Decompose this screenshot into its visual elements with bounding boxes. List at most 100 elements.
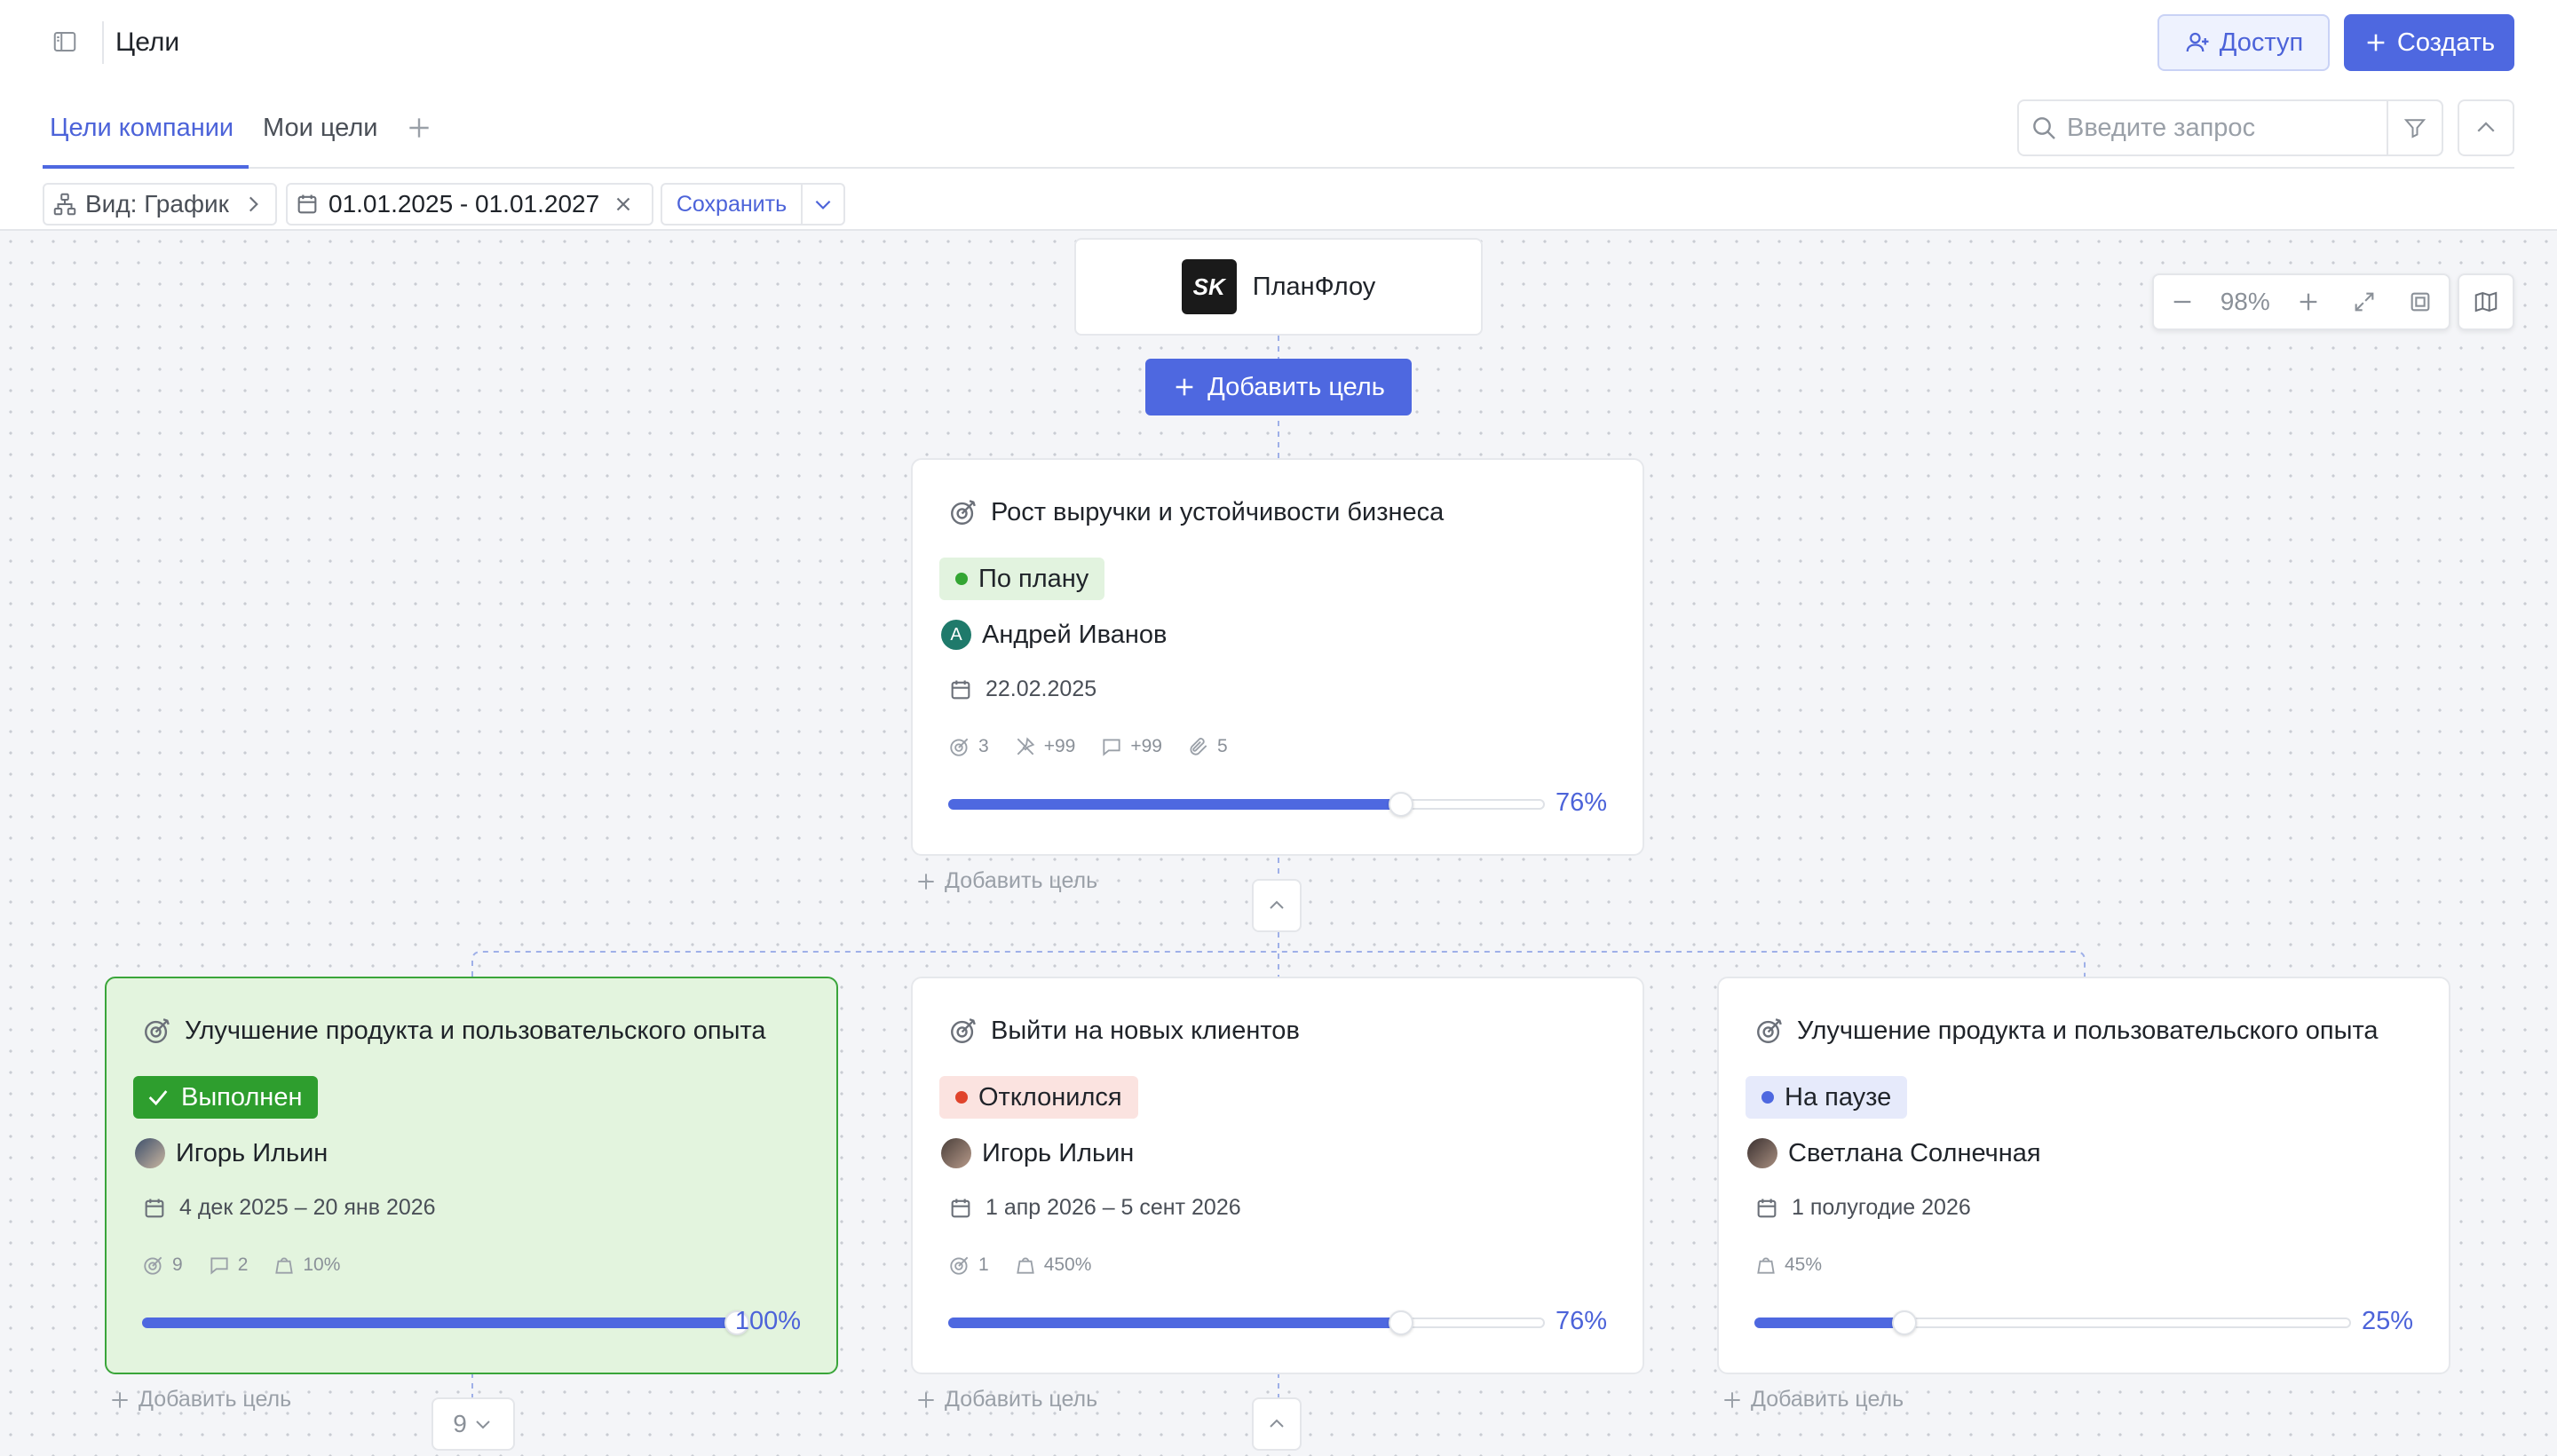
subgoals-count: 3 (978, 736, 989, 756)
filter-button[interactable] (2387, 99, 2443, 156)
calendar-icon (948, 1196, 973, 1221)
company-logo: SK (1181, 259, 1237, 314)
goal-stats: 1 450% (948, 1254, 1107, 1277)
minimap-button[interactable] (2458, 273, 2514, 330)
owner-name[interactable]: Игорь Ильин (176, 1139, 328, 1168)
goal-card[interactable]: Рост выручки и устойчивости бизнеса По п… (911, 458, 1644, 856)
avatar (135, 1138, 165, 1168)
add-subgoal-link[interactable]: Добавить цель (914, 868, 1097, 894)
progress-bar[interactable] (948, 1310, 1545, 1335)
goal-target-icon (948, 497, 978, 527)
progress-fill (948, 799, 1399, 810)
add-subgoal-link[interactable]: Добавить цель (108, 1387, 291, 1412)
zoom-controls: 98% (2152, 273, 2450, 330)
zoom-level: 98% (2220, 288, 2270, 315)
avatar (941, 1138, 971, 1168)
comments-count: 2 (237, 1254, 249, 1275)
avatar: А (941, 620, 971, 650)
subgoals-icon (142, 1254, 165, 1277)
subgoals-icon (948, 1254, 971, 1277)
organization-name: ПланФлоу (1252, 272, 1376, 301)
zoom-in-button[interactable] (2280, 275, 2336, 328)
goal-stats: 9 2 10% (142, 1254, 356, 1277)
tab-my-goals[interactable]: Мои цели (263, 110, 377, 146)
comments-icon (208, 1254, 231, 1277)
attachments-count: 5 (1216, 736, 1228, 756)
tab-company-goals[interactable]: Цели компании (50, 110, 234, 146)
progress-bar[interactable] (948, 792, 1545, 817)
progress-percent: 100% (734, 1307, 801, 1335)
search-box[interactable] (2017, 99, 2443, 156)
goal-date: 4 дек 2025 – 20 янв 2026 (179, 1195, 436, 1220)
view-label: Вид: График (85, 190, 229, 218)
access-button-label: Доступ (2219, 28, 2304, 57)
add-subgoal-label: Добавить цель (1751, 1387, 1904, 1412)
goal-card[interactable]: Улучшение продукта и пользовательского о… (1717, 977, 2450, 1374)
collapse-children-button[interactable] (1252, 879, 1302, 932)
save-view-button[interactable]: Сохранить (661, 183, 803, 226)
weight-value: 45% (1785, 1254, 1823, 1275)
owner-name[interactable]: Игорь Ильин (982, 1139, 1134, 1168)
status-dot (955, 573, 968, 585)
comments-count: +99 (1130, 736, 1162, 756)
chevron-right-icon (241, 193, 265, 216)
tabs-divider (43, 167, 2514, 169)
status-badge[interactable]: На паузе (1746, 1076, 1908, 1119)
zoom-out-button[interactable] (2154, 275, 2210, 328)
progress-bar[interactable] (1754, 1310, 2351, 1335)
plus-icon (918, 873, 934, 890)
children-count: 9 (453, 1410, 467, 1437)
status-badge[interactable]: Отклонился (939, 1076, 1138, 1119)
status-dot (1761, 1091, 1774, 1104)
add-tab-icon[interactable] (405, 114, 433, 142)
tasks-count: +99 (1043, 736, 1076, 756)
plus-icon (1172, 375, 1197, 400)
view-selector[interactable]: Вид: График (43, 183, 277, 226)
status-label: По плану (978, 564, 1089, 593)
goal-title: Улучшение продукта и пользовательского о… (1797, 1016, 2379, 1045)
status-badge[interactable]: По плану (939, 558, 1105, 600)
progress-percent: 76% (1555, 1307, 1607, 1335)
status-badge[interactable]: Выполнен (133, 1076, 319, 1119)
expand-children-button[interactable]: 9 (431, 1397, 515, 1451)
save-options-button[interactable] (801, 183, 845, 226)
close-icon[interactable] (612, 193, 635, 216)
subgoals-icon (948, 735, 971, 758)
page-title: Цели (115, 28, 180, 57)
organization-node[interactable]: SK ПланФлоу (1074, 238, 1483, 336)
search-input[interactable] (2067, 113, 2369, 143)
user-plus-icon (2184, 29, 2211, 56)
owner-name[interactable]: Андрей Иванов (982, 621, 1167, 650)
weight-icon (1754, 1254, 1777, 1277)
collapse-header-button[interactable] (2458, 99, 2514, 156)
check-icon (146, 1085, 170, 1110)
add-goal-button[interactable]: Добавить цель (1145, 359, 1412, 415)
progress-bar[interactable] (142, 1310, 749, 1335)
progress-handle[interactable] (1892, 1310, 1917, 1335)
progress-fill (948, 1318, 1399, 1328)
owner-name[interactable]: Светлана Солнечная (1788, 1139, 2041, 1168)
sidebar-toggle-icon[interactable] (51, 28, 78, 55)
goal-date: 22.02.2025 (986, 677, 1097, 701)
fullscreen-button[interactable] (2393, 275, 2449, 328)
fit-screen-button[interactable] (2337, 275, 2393, 328)
date-range-value: 01.01.2025 - 01.01.2027 (329, 190, 600, 218)
plus-icon (112, 1391, 128, 1408)
goal-card[interactable]: Улучшение продукта и пользовательского о… (105, 977, 838, 1374)
plus-icon (2300, 293, 2317, 311)
collapse-children-button[interactable] (1252, 1397, 1302, 1451)
goals-canvas[interactable]: SK ПланФлоу Добавить цель 98% Рост выруч… (0, 229, 2557, 1456)
chevron-down-icon (811, 193, 835, 216)
progress-handle[interactable] (1389, 1310, 1413, 1335)
date-range-filter[interactable]: 01.01.2025 - 01.01.2027 (286, 183, 653, 226)
comments-icon (1100, 735, 1123, 758)
add-subgoal-link[interactable]: Добавить цель (1721, 1387, 1904, 1412)
add-subgoal-link[interactable]: Добавить цель (914, 1387, 1097, 1412)
create-button[interactable]: Создать (2344, 14, 2514, 71)
create-button-label: Создать (2396, 28, 2496, 57)
progress-handle[interactable] (1389, 792, 1413, 817)
goal-card[interactable]: Выйти на новых клиентов Отклонился Игорь… (911, 977, 1644, 1374)
map-icon (2474, 291, 2498, 313)
access-button[interactable]: Доступ (2157, 14, 2330, 71)
goal-target-icon (142, 1016, 172, 1046)
